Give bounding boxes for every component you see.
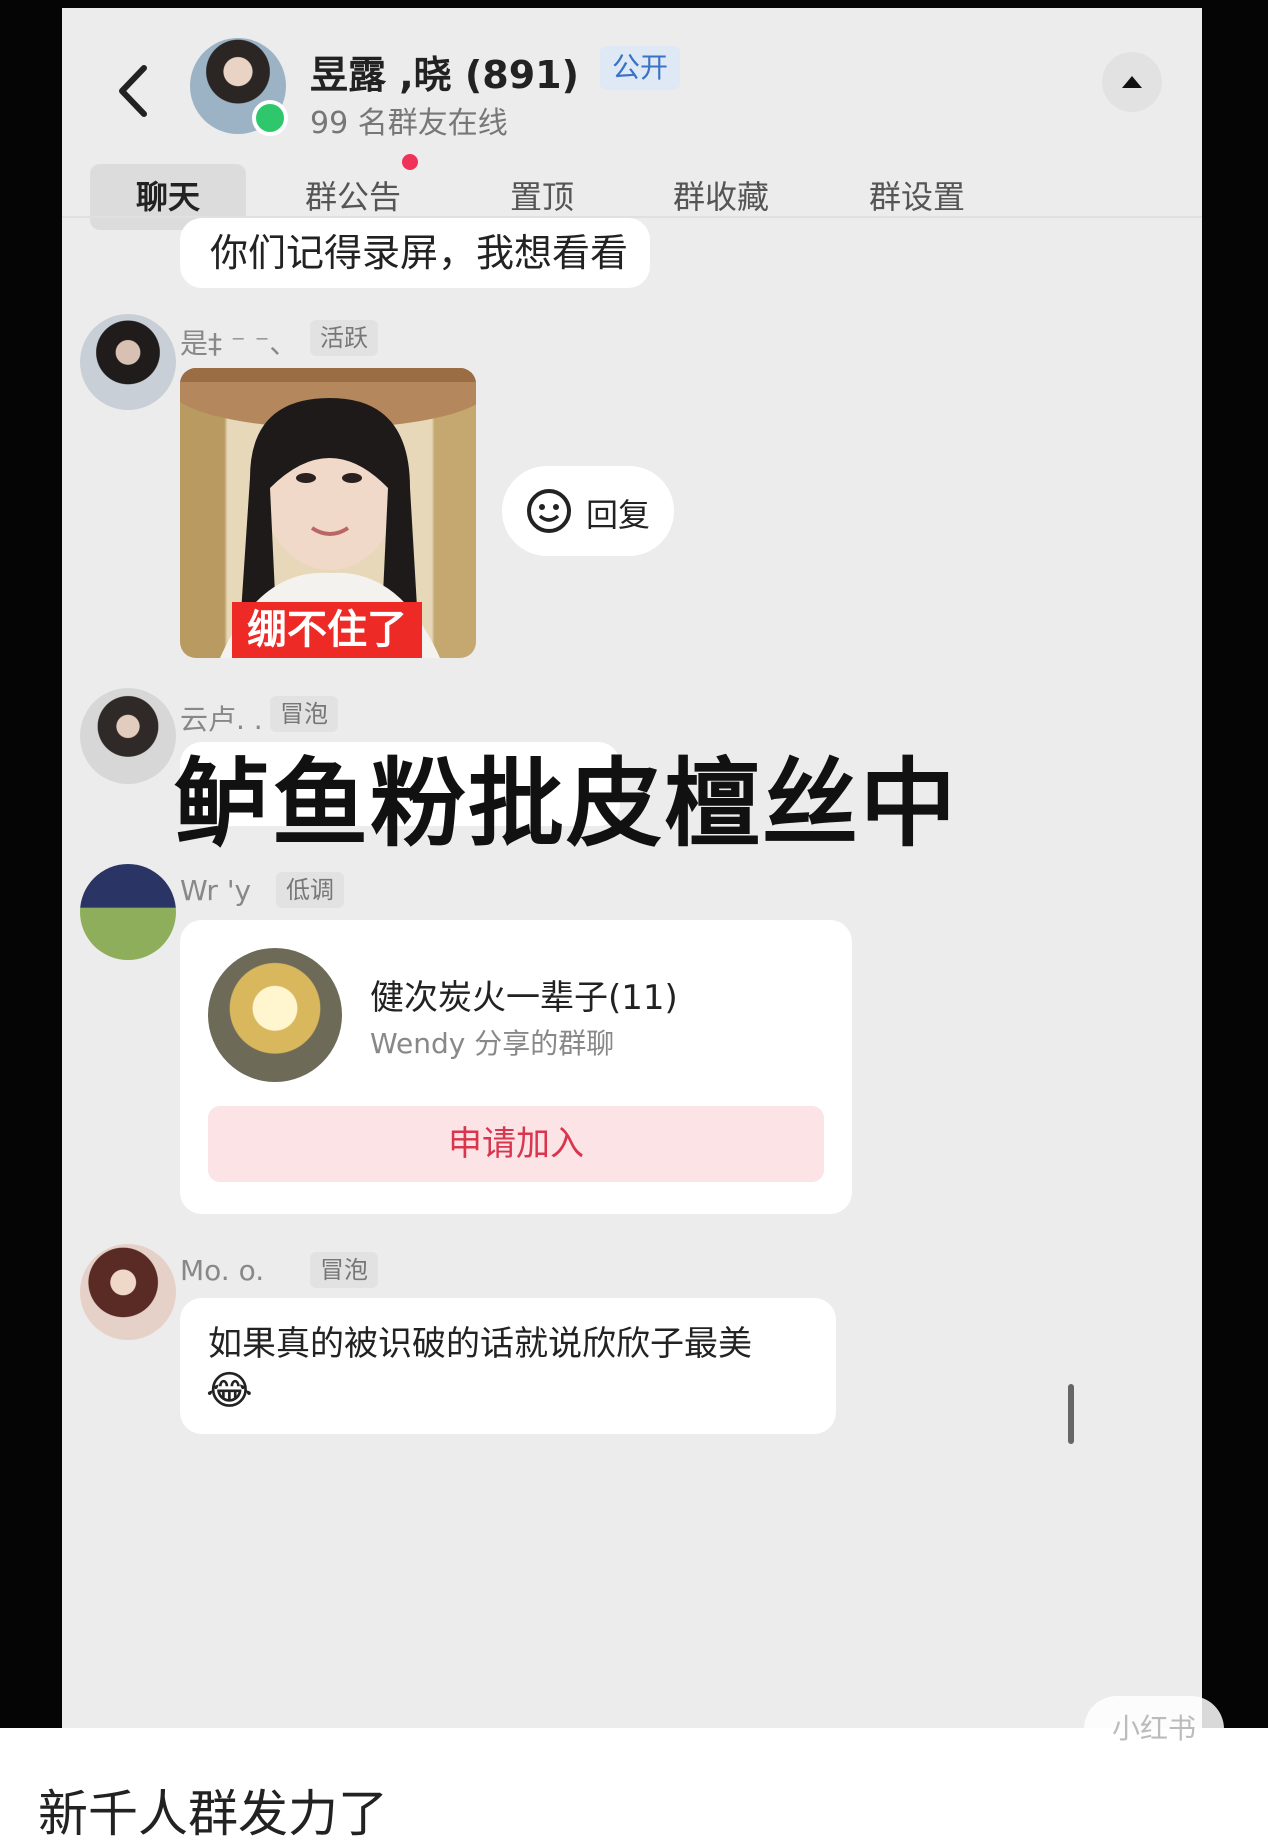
image-caption: 绷不住了 (232, 602, 422, 658)
scrollbar[interactable] (1068, 1384, 1074, 1444)
sender-name[interactable]: 是‡ ⁻ ⁻、 (180, 322, 297, 362)
watermark-logo: 小红书 (1084, 1696, 1224, 1762)
tab-favorites[interactable]: 群收藏 (656, 164, 786, 230)
public-badge: 公开 (600, 46, 681, 90)
screenshot-frame: 昱露 ,晓 (891) 公开 99 名群友在线 聊天 群公告 置顶 群收藏 群设… (0, 0, 1268, 1728)
online-count: 99 名群友在线 (310, 106, 508, 141)
reply-label: 回复 (586, 496, 651, 534)
post-caption: 新千人群发力了 (38, 1785, 388, 1843)
triangle-up-icon (1122, 76, 1142, 88)
phone-screen: 昱露 ,晓 (891) 公开 99 名群友在线 聊天 群公告 置顶 群收藏 群设… (62, 8, 1202, 1728)
overlay-caption: 鲈鱼粉批皮檀丝中 (174, 748, 958, 860)
collapse-button[interactable] (1102, 52, 1162, 112)
invite-group-avatar (208, 948, 342, 1082)
smiley-icon (527, 489, 571, 533)
group-invite-card[interactable]: 健次炭火一辈子(11) Wendy 分享的群聊 申请加入 (180, 920, 852, 1214)
join-group-button[interactable]: 申请加入 (208, 1106, 824, 1182)
sender-name[interactable]: Wr 'y (180, 874, 251, 907)
avatar[interactable] (80, 314, 176, 410)
tab-settings[interactable]: 群设置 (852, 164, 982, 230)
message-bubble[interactable]: 如果真的被识破的话就说欣欣子最美 😂 (180, 1298, 836, 1434)
invite-group-name: 健次炭火一辈子(11) (370, 978, 678, 1018)
laughing-emoji-icon: 😂 (206, 1368, 253, 1414)
chat-header: 昱露 ,晓 (891) 公开 99 名群友在线 (62, 8, 1202, 168)
back-button[interactable] (108, 56, 158, 126)
activity-tag: 低调 (276, 872, 344, 908)
avatar[interactable] (80, 864, 176, 960)
message-text: 你们记得录屏，我想看看 (210, 231, 629, 275)
activity-tag: 冒泡 (310, 1252, 378, 1288)
chevron-left-icon (119, 65, 147, 117)
message-text: 如果真的被识破的话就说欣欣子最美 (208, 1324, 752, 1364)
avatar[interactable] (80, 1244, 176, 1340)
announcement-dot (402, 154, 418, 170)
online-status-dot (252, 100, 288, 136)
activity-tag: 活跃 (310, 320, 378, 356)
reply-button[interactable]: 回复 (502, 466, 674, 556)
shared-image[interactable]: 绷不住了 (180, 368, 476, 658)
sender-name[interactable]: Mo. o. (180, 1254, 264, 1287)
group-title[interactable]: 昱露 ,晓 (891) (310, 44, 579, 99)
message-bubble[interactable]: 你们记得录屏，我想看看 (180, 218, 650, 288)
invite-sharer: Wendy 分享的群聊 (370, 1027, 615, 1060)
avatar[interactable] (80, 688, 176, 784)
